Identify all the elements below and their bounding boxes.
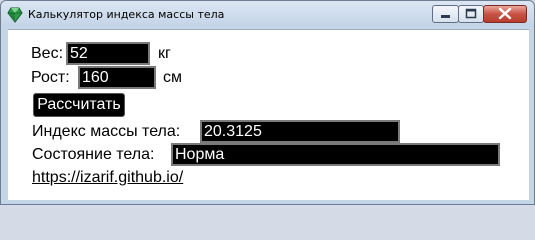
title-bar[interactable]: Калькулятор индекса массы тела [1, 1, 534, 29]
close-button[interactable] [483, 5, 527, 23]
minimize-button[interactable] [432, 5, 459, 23]
height-input[interactable] [78, 66, 156, 89]
green-gem-icon[interactable] [7, 7, 23, 23]
weight-input[interactable] [66, 42, 150, 65]
calculate-button[interactable]: Рассчитать [33, 93, 125, 117]
weight-label: Вес: [31, 45, 64, 62]
minimize-icon [441, 15, 450, 18]
maximize-icon [465, 8, 477, 19]
form-panel: Вес: кг Рост: см Рассчитать Индекс массы… [8, 29, 529, 200]
height-label: Рост: [31, 69, 70, 86]
height-unit: см [163, 69, 182, 86]
status-label: Состояние тела: [32, 146, 155, 163]
weight-unit: кг [158, 45, 171, 62]
website-link[interactable]: https://izarif.github.io/ [32, 168, 183, 188]
close-icon [498, 7, 512, 20]
app-window: Калькулятор индекса массы тела Вес: кг Р… [0, 0, 535, 205]
maximize-button[interactable] [458, 5, 484, 23]
window-title: Калькулятор индекса массы тела [28, 8, 225, 21]
bmi-label: Индекс массы тела: [32, 123, 181, 140]
status-result-field[interactable] [171, 143, 500, 166]
bmi-result-field[interactable] [200, 120, 400, 143]
